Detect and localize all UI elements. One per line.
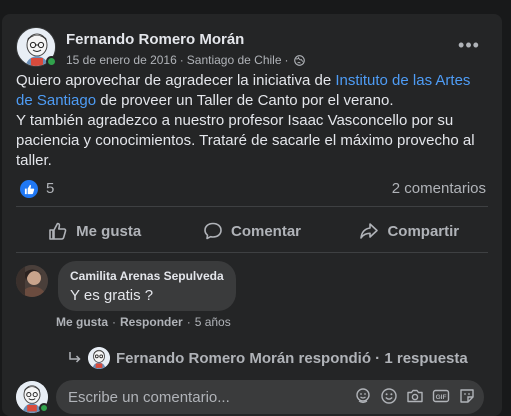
speech-bubble-icon bbox=[204, 222, 222, 240]
meta-separator: · bbox=[284, 53, 289, 67]
post-actions: Me gusta Comentar Compartir bbox=[16, 214, 488, 248]
avatar-sticker-icon[interactable] bbox=[354, 387, 372, 405]
comment-button-label: Comentar bbox=[230, 222, 301, 240]
thumbs-up-icon bbox=[49, 222, 67, 240]
comment-composer: Escribe un comentario... GIF bbox=[16, 380, 488, 414]
like-reaction-icon[interactable] bbox=[20, 180, 38, 198]
emoji-icon[interactable] bbox=[380, 387, 398, 405]
post-header: Fernando Romero Morán 15 de enero de 201… bbox=[16, 24, 488, 72]
meta-separator: · bbox=[186, 315, 191, 329]
like-button-label: Me gusta bbox=[76, 222, 142, 240]
meta-separator: · bbox=[179, 53, 184, 67]
comment-timestamp[interactable]: 5 años bbox=[195, 315, 231, 329]
divider bbox=[16, 252, 488, 253]
post-author-name[interactable]: Fernando Romero Morán bbox=[66, 31, 244, 48]
share-arrow-icon bbox=[360, 223, 379, 239]
post-text-part1: Quiero aprovechar de agradecer la inicia… bbox=[16, 72, 336, 89]
more-options-icon: ••• bbox=[458, 34, 480, 55]
post-stats: 5 2 comentarios bbox=[16, 177, 488, 201]
reply-summary-text: Fernando Romero Morán respondió · 1 resp… bbox=[116, 349, 468, 367]
comment-input[interactable]: Escribe un comentario... GIF bbox=[56, 380, 484, 414]
share-button-label: Compartir bbox=[387, 222, 460, 240]
post-location[interactable]: Santiago de Chile bbox=[187, 53, 282, 67]
more-options-button[interactable]: ••• bbox=[454, 30, 484, 60]
svg-text:GIF: GIF bbox=[436, 394, 447, 401]
post-text-part2: de proveer un Taller de Canto por el ver… bbox=[96, 92, 394, 109]
like-count[interactable]: 5 bbox=[46, 180, 54, 197]
divider bbox=[16, 206, 488, 207]
like-button[interactable]: Me gusta bbox=[16, 214, 173, 248]
comment-input-placeholder: Escribe un comentario... bbox=[68, 389, 230, 406]
online-status-dot bbox=[39, 403, 49, 413]
reply-arrow-icon bbox=[69, 352, 81, 363]
share-button[interactable]: Compartir bbox=[331, 214, 488, 248]
camera-icon[interactable] bbox=[406, 387, 424, 405]
comment-bubble: Camilita Arenas Sepulveda Y es gratis ? bbox=[58, 261, 236, 311]
comment-reply-link[interactable]: Responder bbox=[120, 315, 183, 329]
reply-author-avatar bbox=[88, 347, 110, 369]
comment-text: Y es gratis ? bbox=[70, 287, 154, 304]
commenter-avatar[interactable] bbox=[16, 265, 48, 297]
post-date[interactable]: 15 de enero de 2016 bbox=[66, 53, 177, 67]
meta-separator: · bbox=[112, 315, 117, 329]
globe-icon[interactable] bbox=[293, 54, 305, 66]
post-body: Quiero aprovechar de agradecer la inicia… bbox=[16, 71, 490, 171]
view-replies-link[interactable]: Fernando Romero Morán respondió · 1 resp… bbox=[68, 347, 468, 369]
post-card: Fernando Romero Morán 15 de enero de 201… bbox=[2, 14, 502, 416]
post-meta: 15 de enero de 2016 · Santiago de Chile … bbox=[66, 53, 305, 67]
commenter-name[interactable]: Camilita Arenas Sepulveda bbox=[70, 269, 224, 283]
online-status-dot bbox=[46, 56, 57, 67]
sticker-icon[interactable] bbox=[458, 387, 476, 405]
comment-count[interactable]: 2 comentarios bbox=[392, 180, 486, 197]
comment-actions: Me gusta · Responder · 5 años bbox=[56, 315, 231, 329]
comment-button[interactable]: Comentar bbox=[173, 214, 330, 248]
composer-tools: GIF bbox=[354, 387, 476, 405]
comment-like-link[interactable]: Me gusta bbox=[56, 315, 108, 329]
gif-icon[interactable]: GIF bbox=[432, 387, 450, 405]
post-text-line2: Y también agradezco a nuestro profesor I… bbox=[16, 112, 475, 169]
